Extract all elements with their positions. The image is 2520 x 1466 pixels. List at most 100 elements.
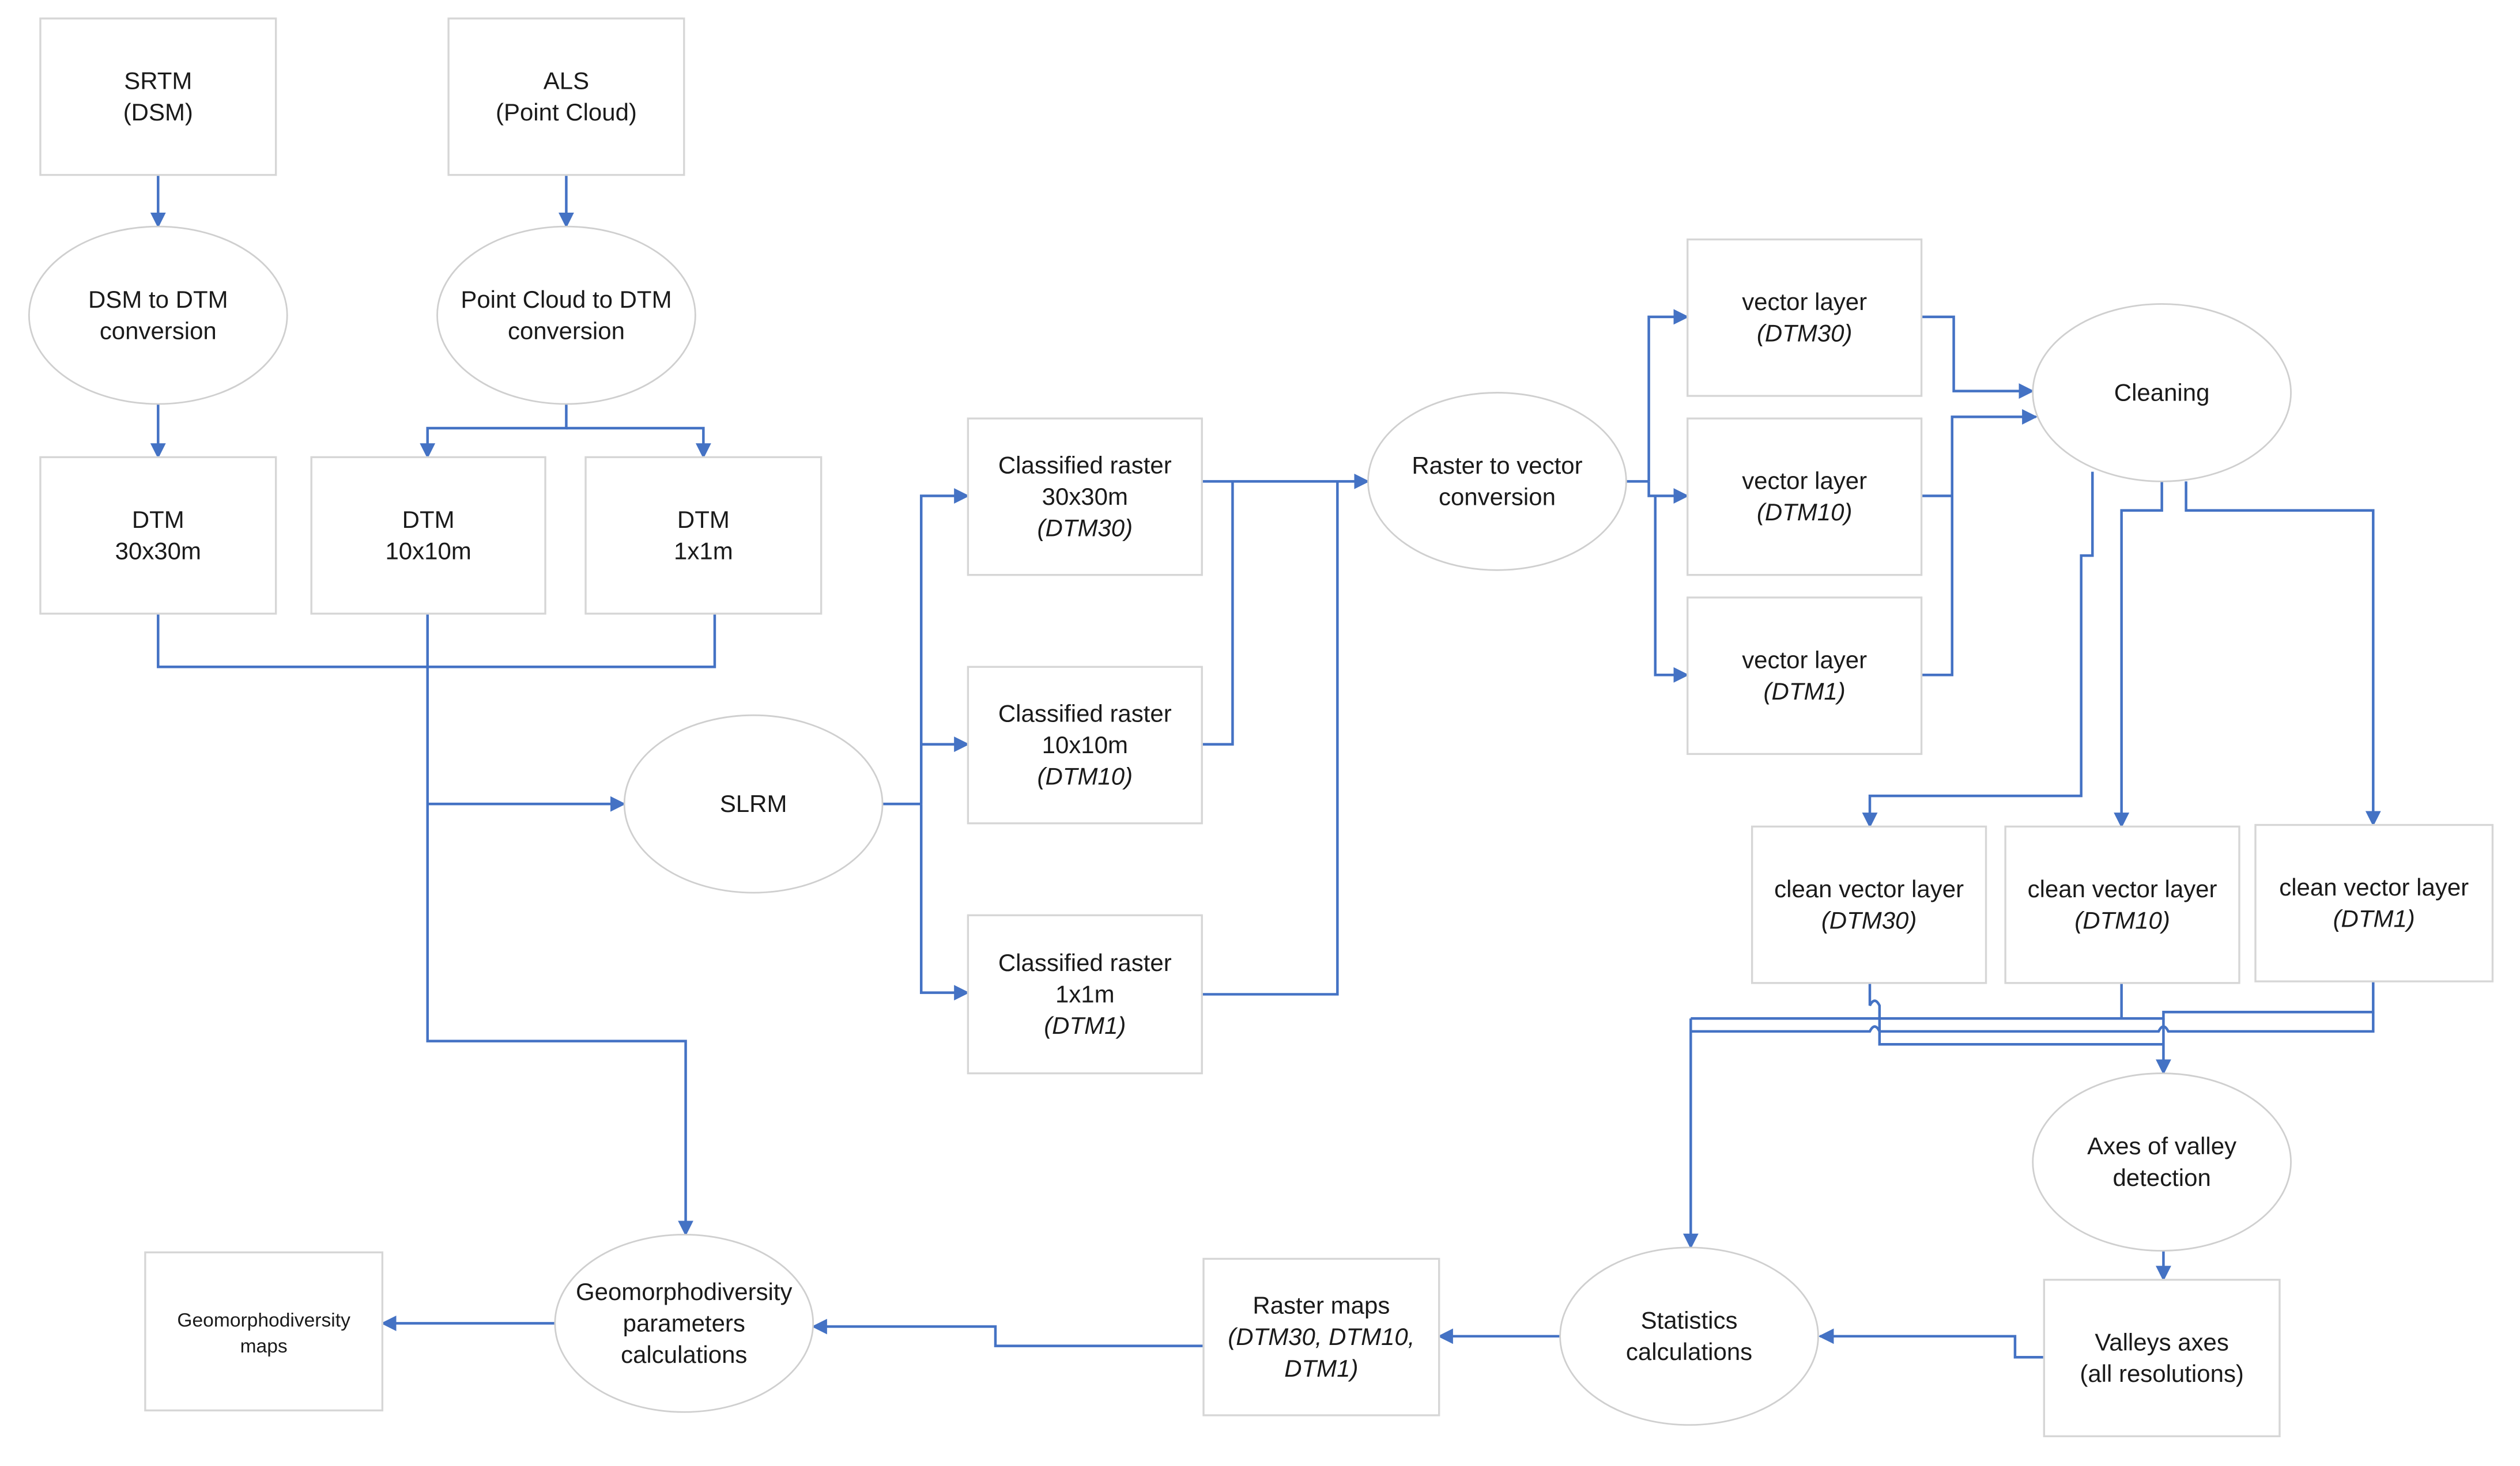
node-dtm30: DTM 30x30m: [39, 456, 277, 615]
edge-pc-dtm1: [566, 426, 711, 459]
node-label: (Point Cloud): [496, 99, 637, 126]
node-axes-detect: Axes of valley detection: [2032, 1072, 2292, 1252]
node-label: clean vector layer: [1774, 875, 1964, 902]
edge-r2v-vec1: [1654, 496, 1689, 683]
node-label: 1x1m: [674, 537, 733, 564]
edge-pc-dtm10: [420, 404, 568, 459]
node-cleaning: Cleaning: [2032, 303, 2292, 482]
edge-r2v-vec10: [1647, 481, 1689, 504]
process-ellipse: [1367, 392, 1627, 571]
node-label: (DTM10): [2074, 906, 2170, 934]
edge-dtm30-dtm1-join: [157, 613, 716, 668]
node-label: (DTM30): [1821, 906, 1917, 934]
node-label: ALS: [544, 67, 589, 95]
node-label: SRTM: [124, 67, 192, 95]
node-valleys-axes: Valleys axes (all resolutions): [2043, 1279, 2281, 1438]
process-box: [2254, 823, 2494, 983]
edge-cleaning-clean10: [2114, 481, 2163, 829]
node-label: 10x10m: [385, 537, 471, 564]
node-raster-maps: Raster maps (DTM30, DTM10, DTM1): [1202, 1257, 1440, 1416]
node-vec10: vector layer (DTM10): [1687, 417, 1923, 576]
node-srtm: SRTM (DSM): [39, 17, 277, 176]
process-ellipse: [1559, 1246, 1819, 1426]
node-label: calculations: [1626, 1338, 1752, 1365]
edge-slrm-class1: [919, 804, 970, 1001]
node-clean10: clean vector layer (DTM10): [2004, 825, 2240, 984]
node-geo-maps: Geomorphodiversity maps: [144, 1251, 384, 1412]
process-ellipse: [436, 225, 696, 405]
node-slrm: SLRM: [623, 714, 884, 894]
node-geo-params: Geomorphodiversity parameters calculations: [554, 1234, 814, 1413]
node-label: vector layer: [1742, 646, 1867, 673]
node-label: parameters: [623, 1309, 745, 1336]
node-label: (DTM1): [2333, 905, 2415, 932]
node-dtm10: DTM 10x10m: [310, 456, 546, 615]
node-r2v: Raster to vector conversion: [1367, 392, 1627, 571]
node-label: (DTM1): [1044, 1012, 1126, 1039]
node-label: Classified raster: [998, 451, 1172, 478]
node-label: detection: [2112, 1164, 2210, 1191]
node-label: conversion: [508, 317, 625, 344]
node-dtm1: DTM 1x1m: [584, 456, 823, 615]
node-class1: Classified raster 1x1m (DTM1): [967, 914, 1203, 1075]
process-box: [2004, 825, 2240, 984]
edge-r2v-vec30: [1647, 309, 1689, 482]
node-label: (DTM30): [1038, 515, 1133, 542]
node-label: (DTM1): [1764, 678, 1846, 705]
node-label: DTM1): [1284, 1355, 1358, 1382]
node-label: DSM to DTM: [88, 286, 228, 313]
node-label: SLRM: [720, 790, 787, 817]
node-label: 10x10m: [1042, 731, 1128, 758]
process-box: [1751, 825, 1987, 984]
node-class10: Classified raster 10x10m (DTM10): [967, 666, 1203, 825]
node-label: clean vector layer: [2279, 874, 2469, 901]
node-label: Point Cloud to DTM: [461, 286, 672, 313]
workflow-diagram: SRTM (DSM) ALS (Point Cloud) DSM to DTM conve…: [28, 17, 2494, 1438]
node-label: maps: [240, 1336, 288, 1357]
node-stats: Statistics calculations: [1559, 1246, 1819, 1426]
node-label: 30x30m: [115, 537, 201, 564]
process-box: [1687, 417, 1923, 576]
process-box: [447, 17, 685, 176]
node-clean1: clean vector layer (DTM1): [2254, 823, 2494, 983]
node-label: DTM: [677, 506, 730, 533]
process-box: [1687, 596, 1923, 755]
node-label: 1x1m: [1055, 980, 1115, 1007]
process-box: [584, 456, 823, 615]
node-label: (DTM30): [1757, 320, 1853, 347]
node-label: Classified raster: [998, 949, 1172, 976]
node-label: vector layer: [1742, 288, 1867, 315]
process-box: [39, 456, 277, 615]
node-label: clean vector layer: [2028, 875, 2217, 902]
edge-valleys-stats: [1818, 1328, 2044, 1359]
node-dsm-to-dtm: DSM to DTM conversion: [28, 225, 288, 405]
node-label: (DTM30, DTM10,: [1228, 1323, 1414, 1350]
node-pc-to-dtm: Point Cloud to DTM conversion: [436, 225, 696, 405]
node-als: ALS (Point Cloud): [447, 17, 685, 176]
edge-dtm10-trunk: [426, 613, 693, 1237]
node-label: Classified raster: [998, 700, 1172, 727]
node-label: 30x30m: [1042, 483, 1128, 510]
edge-clean-bus-top: [1691, 981, 2375, 1020]
nodes: SRTM (DSM) ALS (Point Cloud) DSM to DTM conve…: [28, 17, 2494, 1438]
process-box: [39, 17, 277, 176]
node-label: Axes of valley: [2087, 1132, 2236, 1159]
node-label: Statistics: [1641, 1307, 1738, 1334]
process-box: [2043, 1279, 2281, 1438]
node-label: calculations: [621, 1341, 747, 1368]
node-label: Cleaning: [2114, 379, 2210, 406]
node-class30: Classified raster 30x30m (DTM30): [967, 417, 1203, 576]
edge-class10-r2v: [1202, 481, 1234, 746]
node-label: (DTM10): [1038, 763, 1133, 790]
edge-vec1-cleaning: [1921, 496, 1953, 677]
edge-vec10-cleaning: [1921, 409, 2038, 497]
node-label: DTM: [132, 506, 184, 533]
edge-clean-bus-bottom: [1691, 1012, 2375, 1033]
node-vec1: vector layer (DTM1): [1687, 596, 1923, 755]
node-label: Valleys axes: [2095, 1328, 2229, 1355]
process-ellipse: [2032, 1072, 2292, 1252]
node-label: Raster maps: [1253, 1292, 1390, 1319]
edge-vec30-cleaning: [1921, 315, 2035, 399]
edge-cleaning-clean1: [2185, 481, 2381, 827]
process-box: [310, 456, 546, 615]
